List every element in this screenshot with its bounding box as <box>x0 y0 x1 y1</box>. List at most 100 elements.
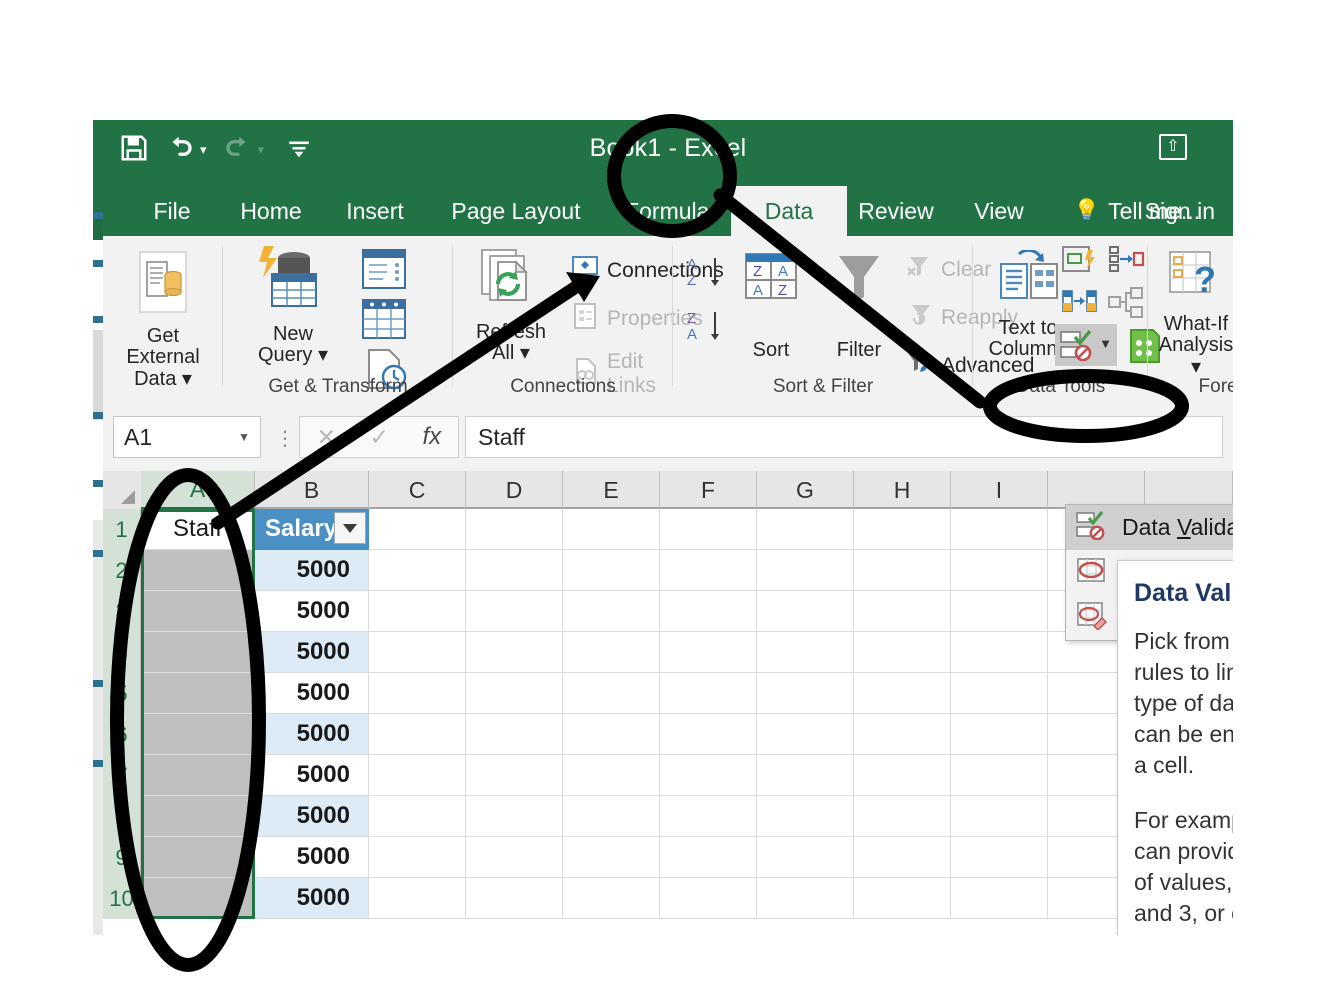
column-header-e[interactable]: E <box>563 471 660 509</box>
name-box-caret-icon[interactable]: ▼ <box>238 430 250 444</box>
cell-C3[interactable] <box>369 591 466 632</box>
cell-F7[interactable] <box>660 755 757 796</box>
cell-G1[interactable] <box>757 509 854 550</box>
menu-item-data-validation[interactable]: Data Validation... <box>1066 505 1233 550</box>
cell-I4[interactable] <box>951 632 1048 673</box>
cell-I2[interactable] <box>951 550 1048 591</box>
from-table-icon[interactable] <box>361 298 407 345</box>
cell-A4[interactable] <box>141 632 255 673</box>
cell-I7[interactable] <box>951 755 1048 796</box>
column-header-g[interactable]: G <box>757 471 854 509</box>
cell-D1[interactable] <box>466 509 563 550</box>
cell-A6[interactable] <box>141 714 255 755</box>
row-header-7[interactable]: 7 <box>103 755 141 796</box>
row-header-8[interactable]: 8 <box>103 796 141 837</box>
cell-F2[interactable] <box>660 550 757 591</box>
cell-H5[interactable] <box>854 673 951 714</box>
new-query-button[interactable]: New Query ▾ <box>239 244 347 367</box>
column-header-d[interactable]: D <box>466 471 563 509</box>
remove-duplicates-icon[interactable] <box>1107 244 1145 283</box>
cell-F8[interactable] <box>660 796 757 837</box>
cell-G9[interactable] <box>757 837 854 878</box>
row-header-10[interactable]: 10 <box>103 878 141 919</box>
row-header-4[interactable]: 4 <box>103 632 141 673</box>
select-all-corner[interactable] <box>103 471 141 509</box>
data-validation-dropdown-caret-icon[interactable]: ▼ <box>1099 336 1112 351</box>
data-validation-group-icon[interactable] <box>1061 286 1099 325</box>
cell-D2[interactable] <box>466 550 563 591</box>
row-header-1[interactable]: 1 <box>103 509 141 550</box>
cell-B4[interactable]: 5000 <box>255 632 369 673</box>
cell-E3[interactable] <box>563 591 660 632</box>
cell-D4[interactable] <box>466 632 563 673</box>
cell-H8[interactable] <box>854 796 951 837</box>
cell-H10[interactable] <box>854 878 951 919</box>
cell-I6[interactable] <box>951 714 1048 755</box>
cell-B1[interactable]: Salary <box>255 509 369 550</box>
cell-G6[interactable] <box>757 714 854 755</box>
cell-D5[interactable] <box>466 673 563 714</box>
cell-B9[interactable]: 5000 <box>255 837 369 878</box>
cell-E9[interactable] <box>563 837 660 878</box>
column-header-i[interactable]: I <box>951 471 1048 509</box>
get-external-data-button[interactable]: Get External Data ▾ <box>111 250 215 390</box>
cell-F5[interactable] <box>660 673 757 714</box>
sign-in-button[interactable]: Sign in <box>1145 186 1215 236</box>
cell-E5[interactable] <box>563 673 660 714</box>
data-validation-split-button[interactable]: ▼ <box>1055 324 1117 366</box>
cell-A9[interactable] <box>141 837 255 878</box>
name-box[interactable]: A1 ▼ <box>113 416 261 458</box>
cell-D10[interactable] <box>466 878 563 919</box>
cell-E1[interactable] <box>563 509 660 550</box>
cell-A8[interactable] <box>141 796 255 837</box>
filter-button[interactable]: Filter <box>819 250 899 361</box>
cell-E7[interactable] <box>563 755 660 796</box>
cell-E6[interactable] <box>563 714 660 755</box>
cancel-icon[interactable]: ✕ <box>317 424 336 451</box>
cell-F9[interactable] <box>660 837 757 878</box>
cell-G8[interactable] <box>757 796 854 837</box>
column-header-c[interactable]: C <box>369 471 466 509</box>
column-header-a[interactable]: A <box>141 471 255 509</box>
sort-a-to-z-icon[interactable]: A Z <box>685 252 727 303</box>
cell-G7[interactable] <box>757 755 854 796</box>
cell-H6[interactable] <box>854 714 951 755</box>
cell-I5[interactable] <box>951 673 1048 714</box>
cell-G10[interactable] <box>757 878 854 919</box>
cell-B10[interactable]: 5000 <box>255 878 369 919</box>
ribbon-display-options-icon[interactable]: ⇧ <box>1159 134 1187 160</box>
cell-A3[interactable] <box>141 591 255 632</box>
cell-D9[interactable] <box>466 837 563 878</box>
cell-F4[interactable] <box>660 632 757 673</box>
cell-F10[interactable] <box>660 878 757 919</box>
cell-G4[interactable] <box>757 632 854 673</box>
cell-A2[interactable] <box>141 550 255 591</box>
cell-B3[interactable]: 5000 <box>255 591 369 632</box>
cell-C5[interactable] <box>369 673 466 714</box>
cell-C4[interactable] <box>369 632 466 673</box>
sort-z-to-a-icon[interactable]: Z A <box>685 306 727 357</box>
cell-C8[interactable] <box>369 796 466 837</box>
row-header-5[interactable]: 5 <box>103 673 141 714</box>
formula-input[interactable]: Staff <box>465 416 1223 458</box>
cell-B5[interactable]: 5000 <box>255 673 369 714</box>
cell-E2[interactable] <box>563 550 660 591</box>
row-header-6[interactable]: 6 <box>103 714 141 755</box>
cell-F6[interactable] <box>660 714 757 755</box>
cell-C9[interactable] <box>369 837 466 878</box>
column-header-h[interactable]: H <box>854 471 951 509</box>
cell-D7[interactable] <box>466 755 563 796</box>
cell-B6[interactable]: 5000 <box>255 714 369 755</box>
insert-function-icon[interactable]: fx <box>423 423 442 451</box>
cell-G2[interactable] <box>757 550 854 591</box>
cell-I8[interactable] <box>951 796 1048 837</box>
cell-B8[interactable]: 5000 <box>255 796 369 837</box>
cell-B7[interactable]: 5000 <box>255 755 369 796</box>
column-header-f[interactable]: F <box>660 471 757 509</box>
flash-fill-icon[interactable] <box>1061 244 1099 283</box>
cell-E8[interactable] <box>563 796 660 837</box>
formula-bar-drag-handle[interactable]: ⋮ <box>275 426 295 451</box>
cell-H4[interactable] <box>854 632 951 673</box>
cell-G3[interactable] <box>757 591 854 632</box>
cell-A7[interactable] <box>141 755 255 796</box>
